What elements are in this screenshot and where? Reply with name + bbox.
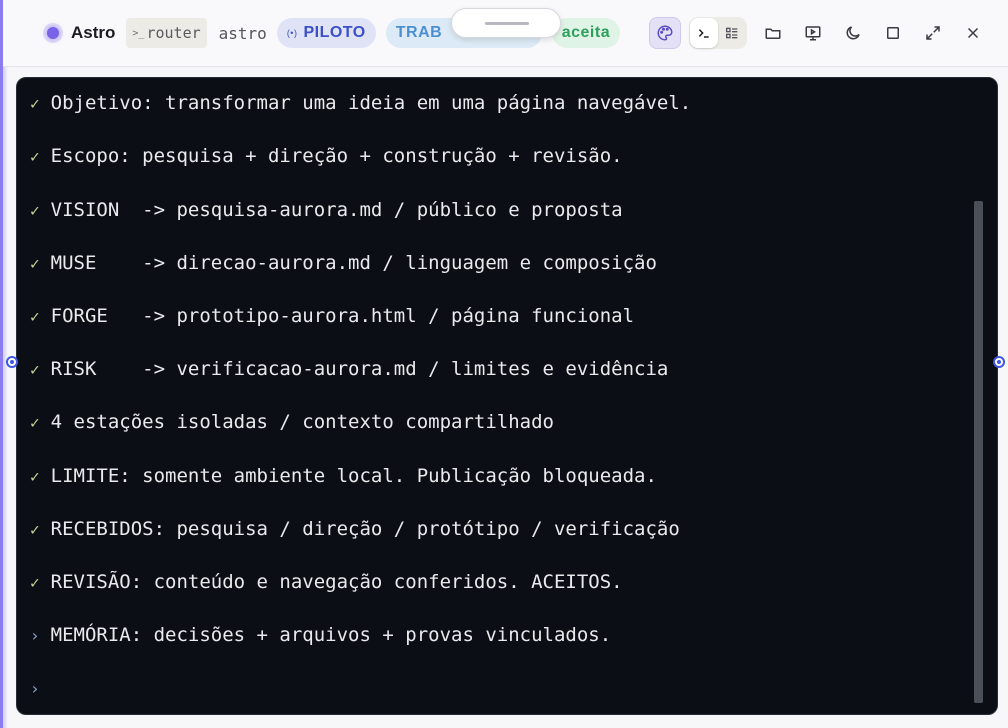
mode-pill[interactable]: (•) PILOTO — [276, 18, 376, 48]
square-icon — [887, 27, 899, 39]
terminal-line: ✓ RECEBIDOS: pesquisa / direção / protóti… — [30, 517, 680, 541]
state-pill: aceita — [551, 18, 621, 48]
line-text: Escopo: pesquisa + direção + construção … — [50, 145, 623, 167]
board-view-button[interactable] — [718, 18, 746, 48]
preview-icon — [805, 26, 821, 41]
check-icon: ✓ — [30, 413, 40, 432]
view-toggle — [689, 17, 747, 49]
terminal-panel[interactable]: ✓ Objetivo: transformar uma ideia em uma … — [16, 77, 998, 715]
work-pill-label: TRAB — [395, 24, 443, 41]
agent-label: astro — [218, 23, 267, 43]
theme-toggle-button[interactable] — [837, 17, 869, 49]
router-label: router — [146, 24, 201, 42]
board-icon — [726, 27, 738, 39]
prompt-caret-icon: › — [30, 679, 40, 698]
line-text: RECEBIDOS: pesquisa / direção / protótip… — [50, 518, 680, 540]
terminal-line: ✓ LIMITE: somente ambiente local. Publica… — [30, 464, 657, 488]
close-button[interactable] — [957, 17, 989, 49]
terminal-line: ✓ RISK -> verificacao-aurora.md / limites… — [30, 357, 668, 381]
terminal-line: ✓ Escopo: pesquisa + direção + construção… — [30, 144, 623, 168]
left-resize-handle[interactable] — [6, 356, 18, 368]
drag-handle[interactable] — [451, 8, 561, 38]
terminal-line: ✓ 4 estações isoladas / contexto comparti… — [30, 410, 554, 434]
app-name: Astro — [71, 23, 116, 42]
check-icon: ✓ — [30, 307, 40, 326]
app-window: Astro >_ router astro (•) PILOTO TRAB ac… — [0, 0, 1008, 728]
window-mode-button[interactable] — [877, 17, 909, 49]
folder-icon — [765, 28, 781, 39]
open-folder-button[interactable] — [757, 17, 789, 49]
check-icon: ✓ — [30, 201, 40, 220]
check-icon: ✓ — [30, 254, 40, 273]
state-pill-label: aceita — [561, 24, 611, 41]
terminal-scrollbar[interactable] — [974, 201, 983, 703]
terminal-line: › MEMÓRIA: decisões + arquivos + provas v… — [30, 623, 611, 647]
line-text: REVISÃO: conteúdo e navegação conferidos… — [50, 571, 623, 593]
close-icon — [967, 27, 979, 39]
terminal-line: ✓ VISION -> pesquisa-aurora.md / público … — [30, 198, 623, 222]
palette-icon — [657, 25, 673, 41]
terminal-line: ✓ REVISÃO: conteúdo e navegação conferido… — [30, 570, 623, 594]
check-icon: ✓ — [30, 360, 40, 379]
line-text: VISION -> pesquisa-aurora.md / público e… — [50, 199, 623, 221]
terminal-input-line[interactable]: › — [30, 676, 51, 700]
prompt-caret-icon: › — [30, 626, 40, 645]
palette-button[interactable] — [649, 17, 681, 49]
line-text: MEMÓRIA: decisões + arquivos + provas vi… — [50, 624, 612, 646]
expand-button[interactable] — [917, 17, 949, 49]
right-resize-handle[interactable] — [993, 356, 1005, 368]
broadcast-icon: (•) — [286, 28, 298, 38]
window-header: Astro >_ router astro (•) PILOTO TRAB ac… — [3, 0, 1008, 67]
expand-icon — [926, 26, 940, 40]
header-toolbar — [649, 17, 997, 49]
status-dot-icon — [47, 27, 59, 39]
line-text: MUSE -> direcao-aurora.md / linguagem e … — [50, 252, 657, 274]
terminal-line: ✓ Objetivo: transformar uma ideia em uma … — [30, 91, 691, 115]
terminal-view-button[interactable] — [690, 18, 718, 48]
terminal-line: ✓ FORGE -> prototipo-aurora.html / página… — [30, 304, 634, 328]
line-text: 4 estações isoladas / contexto compartil… — [50, 411, 554, 433]
terminal-line: ✓ MUSE -> direcao-aurora.md / linguagem e… — [30, 251, 657, 275]
preview-button[interactable] — [797, 17, 829, 49]
terminal-icon — [698, 29, 709, 38]
check-icon: ✓ — [30, 573, 40, 592]
moon-icon — [846, 26, 860, 40]
check-icon: ✓ — [30, 520, 40, 539]
line-text: LIMITE: somente ambiente local. Publicaç… — [50, 465, 657, 487]
router-chip[interactable]: >_ router — [126, 18, 207, 48]
line-text: FORGE -> prototipo-aurora.html / página … — [50, 305, 635, 327]
prompt-icon: >_ — [132, 27, 145, 39]
check-icon: ✓ — [30, 147, 40, 166]
check-icon: ✓ — [30, 467, 40, 486]
check-icon: ✓ — [30, 94, 40, 113]
line-text: RISK -> verificacao-aurora.md / limites … — [50, 358, 669, 380]
mode-pill-label: PILOTO — [303, 24, 366, 41]
line-text: Objetivo: transformar uma ideia em uma p… — [50, 92, 692, 114]
